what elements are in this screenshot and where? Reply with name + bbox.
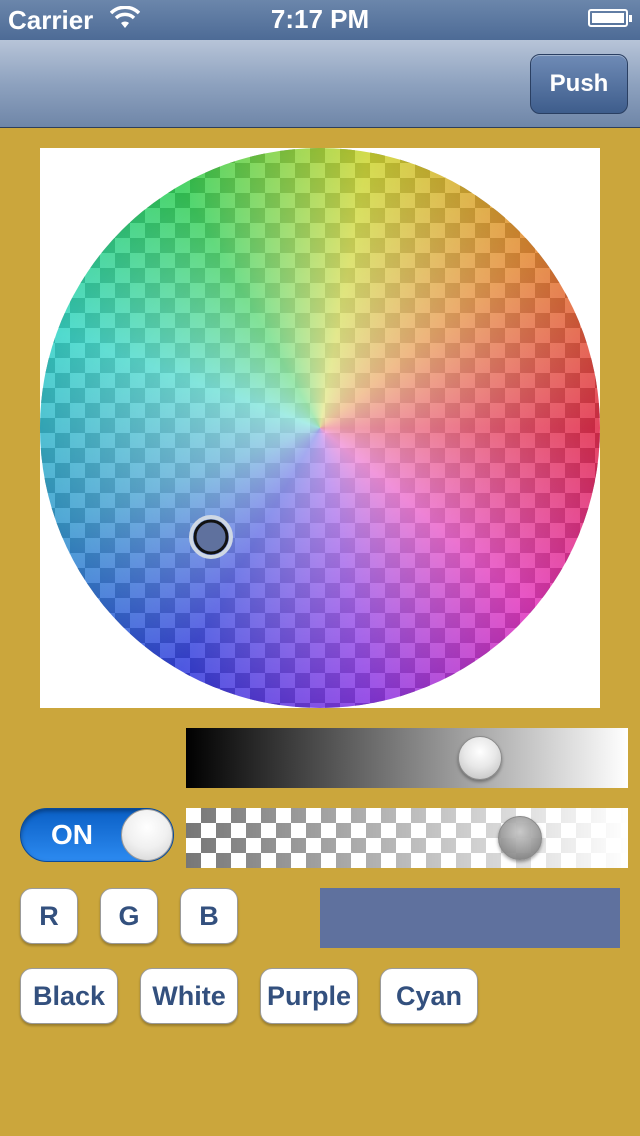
brightness-slider-thumb[interactable] — [458, 736, 502, 780]
alpha-slider-thumb[interactable] — [498, 816, 542, 860]
green-channel-button[interactable]: G — [100, 888, 158, 944]
color-preview-swatch — [320, 888, 620, 948]
alpha-toggle[interactable]: ON — [20, 808, 174, 862]
toggle-label: ON — [51, 819, 93, 850]
alpha-slider[interactable] — [186, 808, 628, 868]
battery-icon — [588, 9, 632, 27]
preset-cyan-button[interactable]: Cyan — [380, 968, 478, 1024]
brightness-slider[interactable] — [186, 728, 628, 788]
color-wheel[interactable] — [40, 148, 600, 708]
wheel-selector[interactable] — [189, 515, 233, 559]
preset-white-button[interactable]: White — [140, 968, 238, 1024]
preset-black-button[interactable]: Black — [20, 968, 118, 1024]
color-wheel-panel — [40, 148, 600, 708]
toggle-knob[interactable] — [121, 809, 173, 861]
blue-channel-button[interactable]: B — [180, 888, 238, 944]
red-channel-button[interactable]: R — [20, 888, 78, 944]
navigation-bar: Push — [0, 40, 640, 128]
status-time: 7:17 PM — [270, 4, 370, 34]
push-button[interactable]: Push — [530, 54, 628, 114]
preset-purple-button[interactable]: Purple — [260, 968, 358, 1024]
status-bar: Carrier 7:17 PM — [0, 0, 640, 40]
